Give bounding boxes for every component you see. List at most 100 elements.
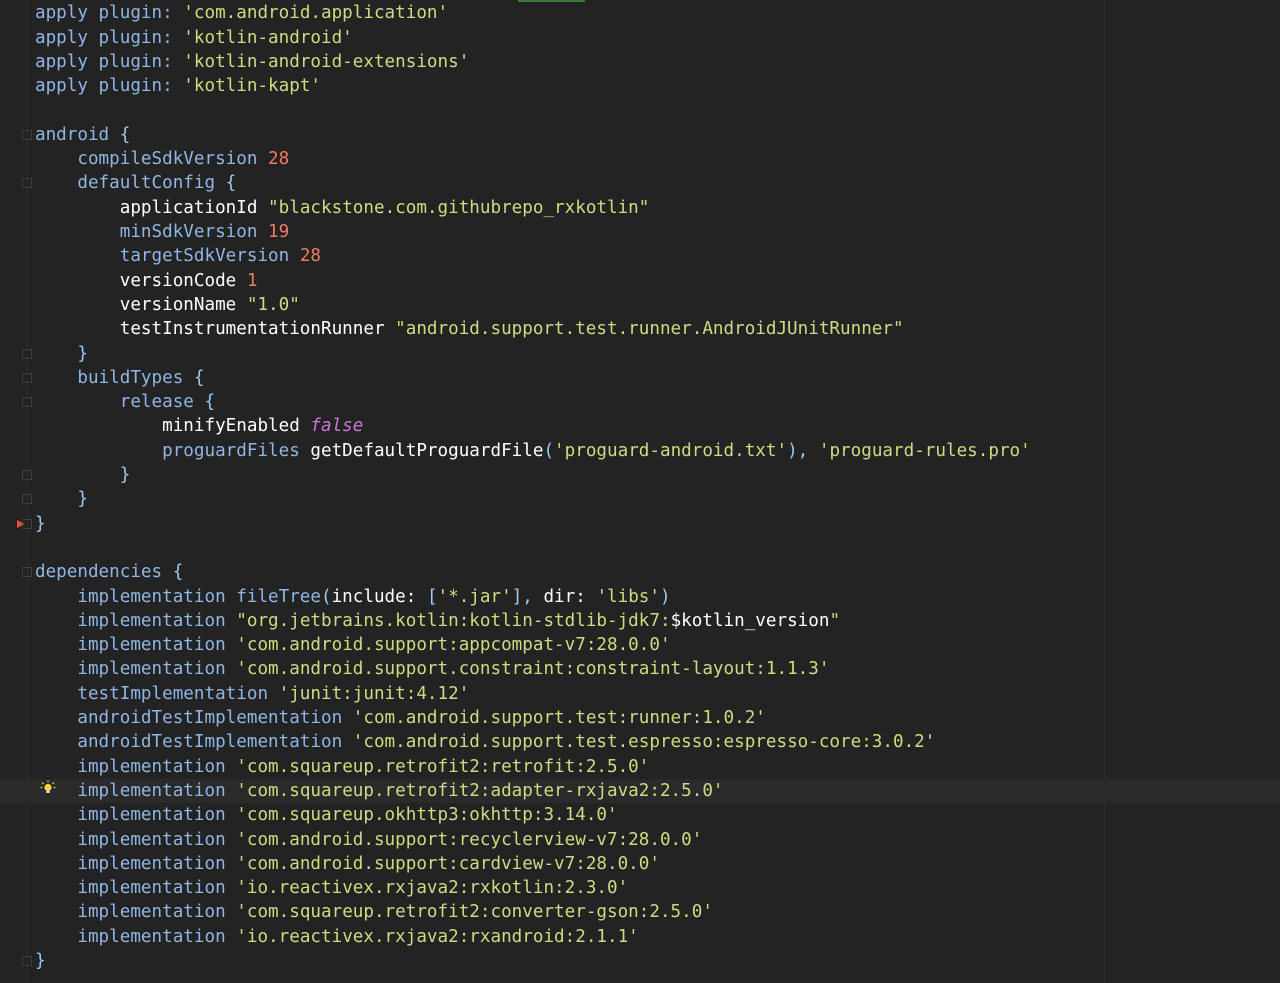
fold-marker-icon[interactable] [22,567,32,578]
code-line[interactable]: implementation 'io.reactivex.rxjava2:rxk… [0,876,1280,900]
code-line[interactable]: apply plugin: 'kotlin-kapt' [0,74,1280,98]
code-line[interactable]: implementation 'com.squareup.retrofit2:a… [0,778,1280,804]
code-line[interactable]: apply plugin: 'kotlin-android-extensions… [0,50,1280,74]
code-token: " [829,610,841,631]
code-line[interactable]: } [0,342,1280,366]
code-token: 'io.reactivex.rxjava2:rxkotlin:2.3.0' [236,878,629,899]
code-token: applicationId [35,197,269,218]
code-token: 'proguard-rules.pro' [818,440,1031,461]
code-token: 'com.android.support.constraint:constrai… [236,659,830,680]
code-line-text: testImplementation 'junit:junit:4.12' [35,682,469,706]
fold-marker-icon[interactable] [22,348,32,359]
code-line[interactable]: implementation 'com.android.support:appc… [0,633,1280,657]
code-token: implementation [35,610,237,631]
code-line[interactable]: compileSdkVersion 28 [0,147,1280,171]
code-line[interactable]: apply plugin: 'kotlin-android' [0,26,1280,50]
code-line[interactable]: implementation 'com.squareup.okhttp3:okh… [0,803,1280,827]
code-line[interactable]: implementation 'com.android.support.cons… [0,657,1280,681]
code-line-text: android { [35,123,130,147]
code-line[interactable]: testImplementation 'junit:junit:4.12' [0,682,1280,706]
code-line-text: implementation 'io.reactivex.rxjava2:rxk… [35,876,628,900]
code-token: proguardFiles [35,440,311,461]
code-line-text: } [35,949,46,973]
fold-marker-icon[interactable] [22,397,32,408]
code-token: ( [543,440,555,461]
code-line[interactable]: release { [0,390,1280,414]
code-line[interactable]: implementation 'com.android.support:card… [0,852,1280,876]
code-line[interactable]: targetSdkVersion 28 [0,244,1280,268]
code-token: implementation [35,878,237,899]
code-line[interactable]: android { [0,123,1280,147]
code-line[interactable]: buildTypes { [0,366,1280,390]
code-line-text: apply plugin: 'com.android.application' [35,1,448,25]
fold-marker-icon[interactable] [22,956,32,966]
code-line[interactable]: } [0,949,1280,973]
code-line[interactable]: implementation "org.jetbrains.kotlin:kot… [0,609,1280,633]
code-line[interactable]: } [0,463,1280,487]
code-line[interactable]: implementation 'com.android.support:recy… [0,828,1280,852]
fold-marker-icon[interactable] [22,470,32,480]
code-line[interactable] [0,536,1280,560]
code-line[interactable]: versionName "1.0" [0,293,1280,317]
code-line-text: testInstrumentationRunner "android.suppo… [35,317,904,341]
code-line-text: implementation 'com.squareup.okhttp3:okh… [35,803,618,827]
code-line[interactable]: versionCode 1 [0,269,1280,293]
code-token: 'com.android.support.test.espresso:espre… [352,732,936,753]
code-line[interactable]: } [0,512,1280,536]
code-token: implementation [35,926,237,947]
code-line[interactable]: apply plugin: 'com.android.application' [0,1,1280,25]
code-token: 'io.reactivex.rxjava2:rxandroid:2.1.1' [236,926,639,947]
code-token: 28 [299,246,321,267]
code-token: compileSdkVersion [35,149,269,170]
code-token: androidTestImplementation [35,708,353,728]
code-line-text: implementation 'com.android.support:card… [35,852,660,876]
code-line-text: implementation 'com.android.support:appc… [35,633,670,657]
code-line[interactable]: minifyEnabled false [0,414,1280,438]
fold-marker-icon[interactable] [22,178,32,189]
code-line[interactable]: testInstrumentationRunner "android.suppo… [0,317,1280,341]
code-token: 'proguard-android.txt' [554,440,788,461]
code-line[interactable]: implementation 'com.squareup.retrofit2:c… [0,900,1280,924]
code-line-text: implementation 'com.squareup.retrofit2:r… [35,755,649,779]
code-editor[interactable]: apply plugin: 'com.android.application' a… [0,0,1280,983]
code-line-text: versionCode 1 [35,269,258,293]
code-token: minSdkVersion [35,222,269,242]
code-line-text: apply plugin: 'kotlin-android' [35,26,353,50]
fold-marker-icon[interactable] [22,129,32,140]
code-token: implementation [35,756,237,777]
code-token: 'com.android.application' [183,3,449,24]
fold-marker-icon[interactable] [22,518,32,529]
code-line[interactable]: implementation 'com.squareup.retrofit2:r… [0,755,1280,779]
code-token: implementation [35,902,237,923]
code-line[interactable]: applicationId "blackstone.com.githubrepo… [0,196,1280,220]
code-token: } [35,489,88,510]
code-token: testInstrumentationRunner [35,319,396,340]
code-line[interactable]: implementation fileTree(include: ['*.jar… [0,585,1280,609]
code-line-text: defaultConfig { [35,171,236,195]
fold-marker-icon[interactable] [22,494,32,505]
fold-marker-icon[interactable] [22,372,32,383]
code-line[interactable]: androidTestImplementation 'com.android.s… [0,706,1280,730]
code-line[interactable] [0,99,1280,123]
code-token: apply plugin: [35,76,184,97]
code-line[interactable]: defaultConfig { [0,171,1280,195]
code-token: versionName [35,294,247,315]
code-line-text: implementation 'com.android.support:recy… [35,828,702,852]
code-line[interactable]: } [0,487,1280,511]
code-token: android [35,124,120,145]
code-line[interactable]: androidTestImplementation 'com.android.s… [0,730,1280,754]
code-line[interactable]: proguardFiles getDefaultProguardFile('pr… [0,439,1280,463]
code-line-text: } [35,342,88,366]
code-line-text: versionName "1.0" [35,293,300,317]
code-token: 'com.android.support:recyclerview-v7:28.… [236,829,703,850]
code-token: { [119,124,131,145]
code-token: 'com.squareup.okhttp3:okhttp:3.14.0' [236,805,618,826]
code-line[interactable]: dependencies { [0,560,1280,584]
code-token: } [35,513,46,534]
lightbulb-icon[interactable] [40,780,56,796]
code-token: [ [426,586,438,607]
code-line[interactable]: minSdkVersion 19 [0,220,1280,244]
code-token: apply plugin: [35,27,184,48]
code-token: implementation [35,635,237,656]
code-line[interactable]: implementation 'io.reactivex.rxjava2:rxa… [0,925,1280,949]
